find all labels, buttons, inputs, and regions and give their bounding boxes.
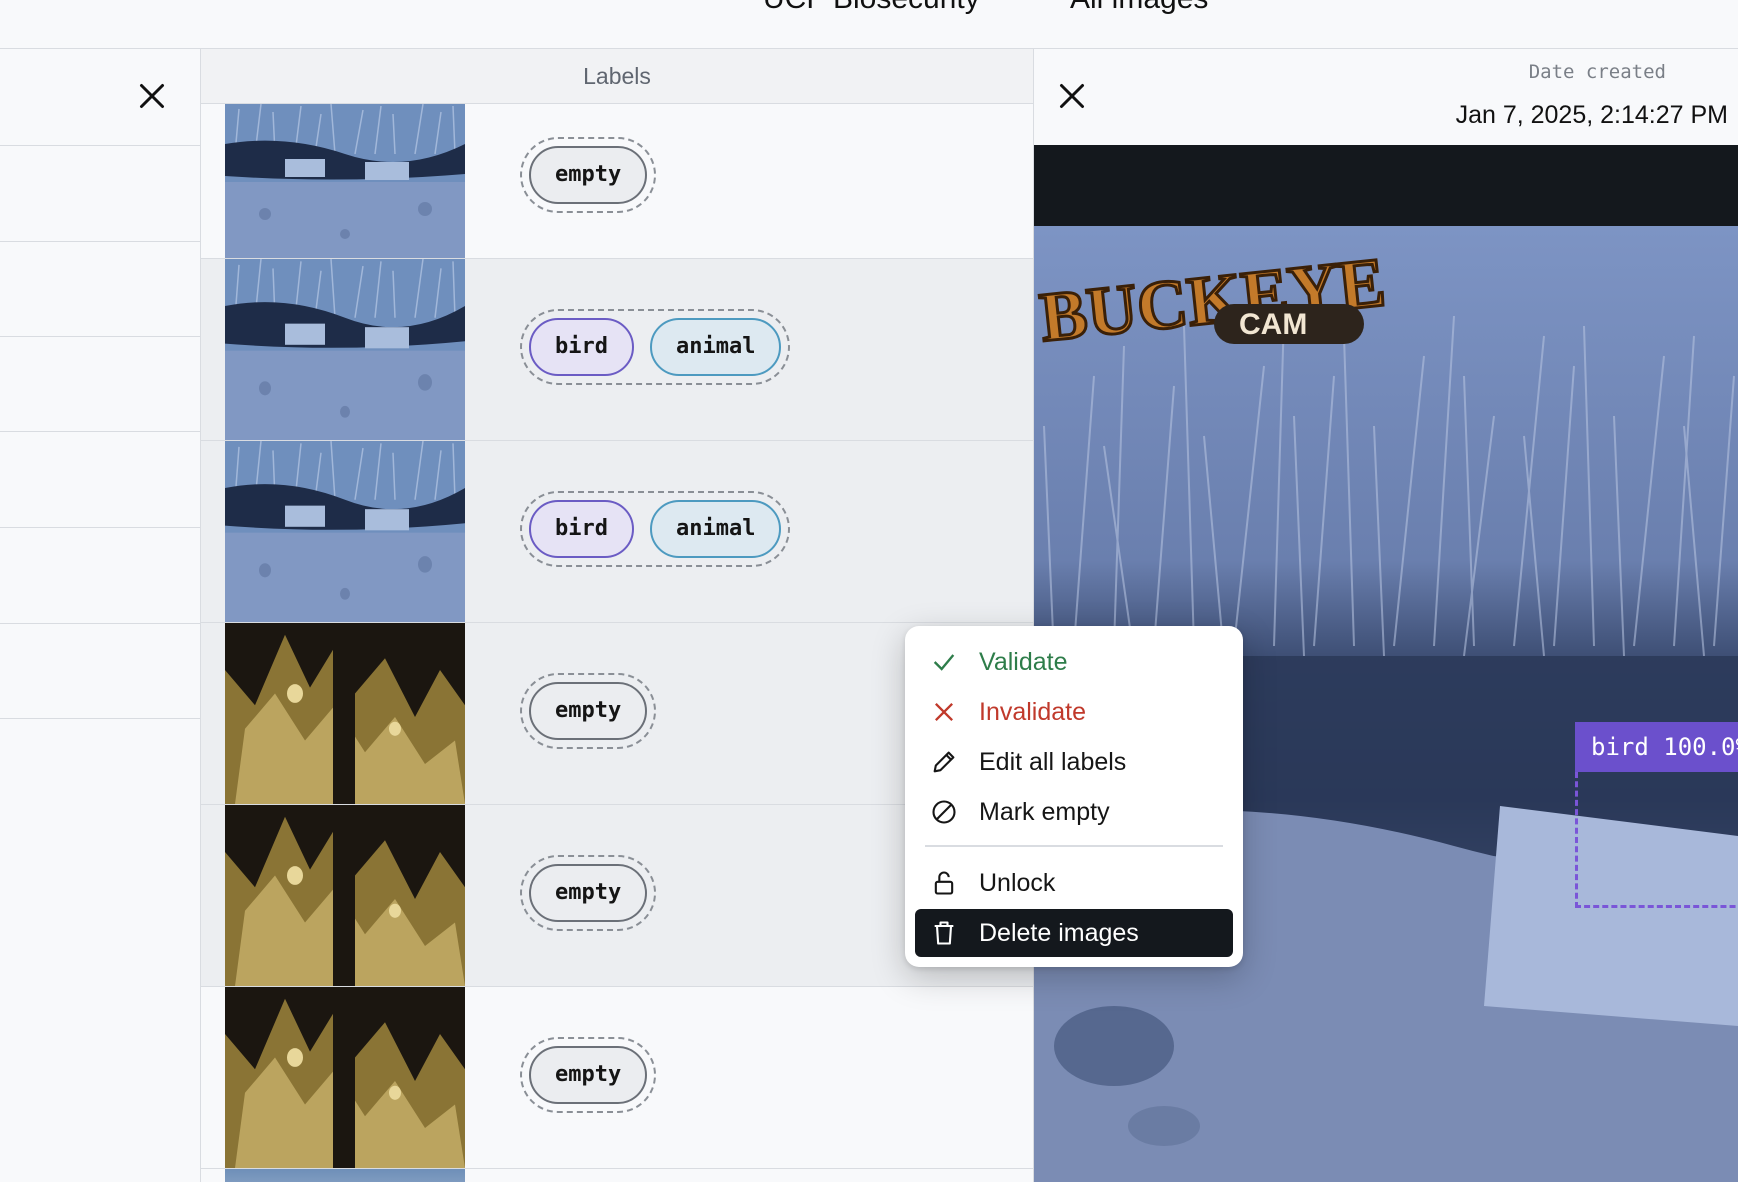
close-icon (1060, 84, 1084, 108)
label-group[interactable]: empty (520, 855, 657, 931)
close-left-panel-button[interactable] (134, 78, 170, 114)
label-group[interactable]: empty (520, 1037, 657, 1113)
x-icon (929, 697, 959, 727)
check-icon (929, 647, 959, 677)
table-row[interactable]: empty (201, 987, 1033, 1169)
menu-item-edit-all-labels[interactable]: Edit all labels (915, 738, 1233, 786)
label-chip-animal[interactable]: animal (649, 318, 782, 376)
pencil-icon (929, 747, 959, 777)
menu-item-label: Invalidate (979, 697, 1087, 726)
view-name-breadcrumb[interactable]: All images (1070, 0, 1208, 16)
label-chip-bird[interactable]: bird (529, 500, 634, 558)
image-thumbnail[interactable] (225, 259, 465, 440)
image-thumbnail[interactable] (225, 623, 465, 804)
left-panel-row (0, 241, 200, 242)
menu-item-label: Delete images (979, 918, 1139, 947)
labels-column-header[interactable]: Labels (201, 49, 1033, 104)
label-chip-empty[interactable]: empty (529, 1046, 648, 1104)
left-panel (0, 49, 201, 1182)
svg-text:CAM: CAM (1239, 308, 1307, 341)
label-chip-bird[interactable]: bird (529, 318, 634, 376)
left-panel-row (0, 336, 200, 337)
menu-item-label: Edit all labels (979, 747, 1127, 776)
detection-label[interactable]: bird 100.0% (1575, 722, 1738, 772)
context-menu: Validate Invalidate Edit all labels Mark… (905, 626, 1243, 967)
left-panel-row (0, 145, 200, 146)
left-panel-row (0, 623, 200, 624)
table-row[interactable]: bird animal (201, 259, 1033, 441)
left-panel-row (0, 718, 200, 719)
detection-bounding-box[interactable] (1575, 772, 1738, 908)
top-bar: UCF Biosecurity All images (0, 0, 1738, 49)
image-thumbnail[interactable] (225, 441, 465, 622)
label-chip-empty[interactable]: empty (529, 146, 648, 204)
menu-separator (925, 845, 1223, 847)
left-panel-row (0, 527, 200, 528)
menu-item-validate[interactable]: Validate (915, 638, 1233, 686)
table-row[interactable] (201, 1169, 1033, 1182)
menu-item-delete-images[interactable]: Delete images (915, 909, 1233, 957)
date-created-value: Jan 7, 2025, 2:14:27 PM (1455, 101, 1728, 129)
project-name-breadcrumb[interactable]: UCF Biosecurity (763, 0, 980, 16)
label-group[interactable]: bird animal (520, 309, 791, 385)
image-viewer-toolbar (1034, 145, 1738, 226)
menu-item-label: Validate (979, 647, 1068, 676)
menu-item-label: Mark empty (979, 797, 1110, 826)
trash-icon (929, 918, 959, 948)
left-panel-row (0, 431, 200, 432)
label-chip-animal[interactable]: animal (649, 500, 782, 558)
label-chip-empty[interactable]: empty (529, 682, 648, 740)
menu-item-invalidate[interactable]: Invalidate (915, 688, 1233, 736)
image-thumbnail[interactable] (225, 805, 465, 986)
image-table: Labels empty bird animal bird animal emp… (201, 49, 1034, 1182)
unlock-icon (929, 868, 959, 898)
menu-item-label: Unlock (979, 868, 1056, 897)
slash-circle-icon (929, 797, 959, 827)
table-row[interactable]: empty (201, 104, 1033, 259)
image-thumbnail[interactable] (225, 987, 465, 1168)
label-group[interactable]: empty (520, 137, 657, 213)
image-thumbnail[interactable] (225, 104, 465, 258)
image-thumbnail[interactable] (225, 1169, 465, 1182)
menu-item-mark-empty[interactable]: Mark empty (915, 788, 1233, 836)
label-group[interactable]: bird animal (520, 491, 791, 567)
date-created-label: Date created (1528, 61, 1666, 83)
label-group[interactable]: empty (520, 673, 657, 749)
label-chip-empty[interactable]: empty (529, 864, 648, 922)
table-row[interactable]: bird animal (201, 441, 1033, 623)
close-detail-button[interactable] (1054, 78, 1090, 114)
close-icon (140, 84, 164, 108)
menu-item-unlock[interactable]: Unlock (915, 859, 1233, 907)
image-detail-panel: Date created Jan 7, 2025, 2:14:27 PM BUC… (1034, 49, 1738, 1182)
